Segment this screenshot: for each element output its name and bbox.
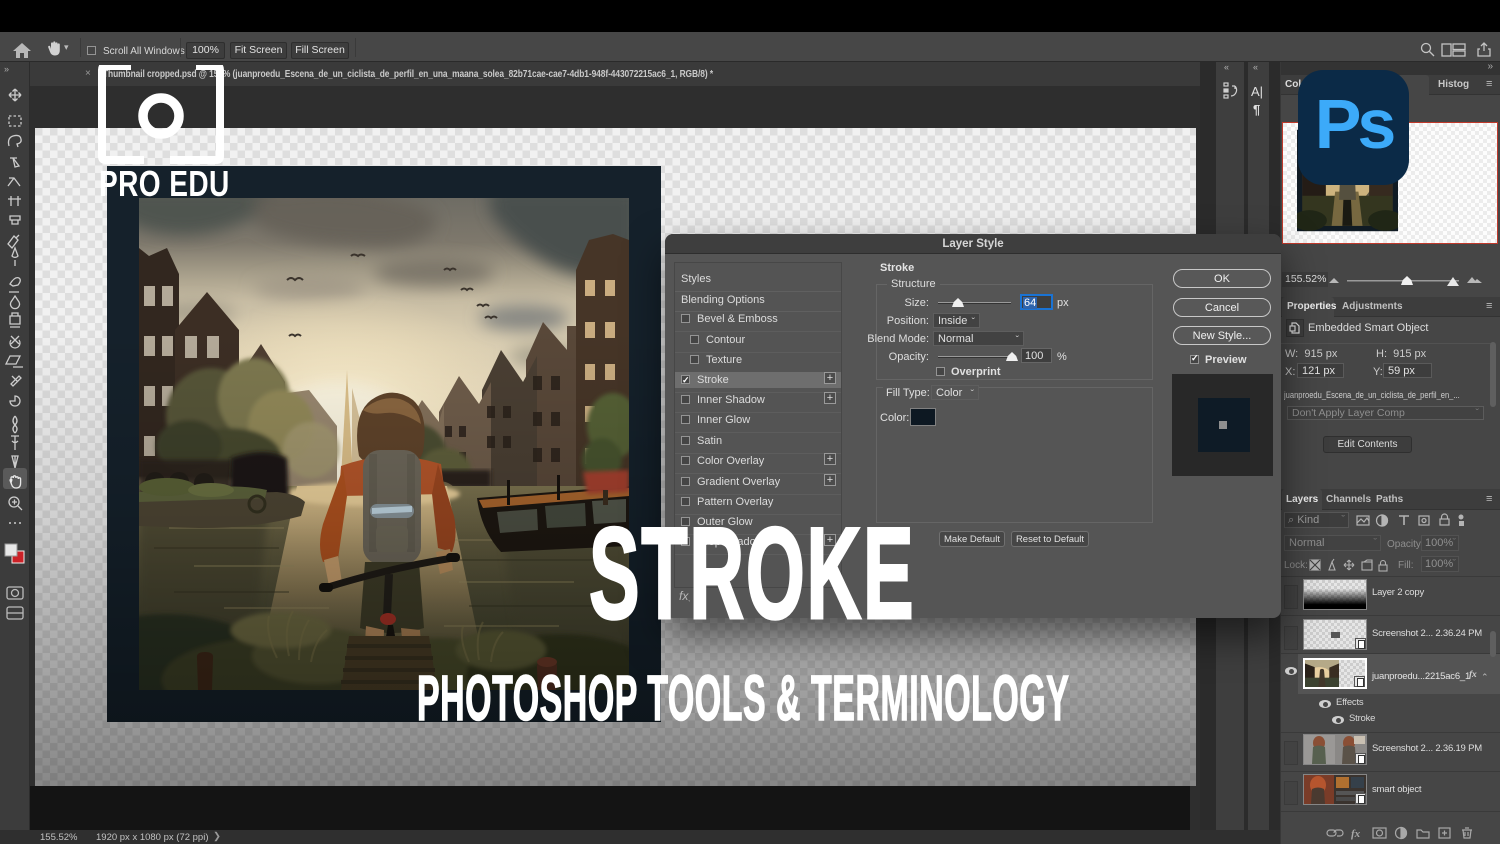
svg-text:fx: fx xyxy=(1351,828,1361,840)
